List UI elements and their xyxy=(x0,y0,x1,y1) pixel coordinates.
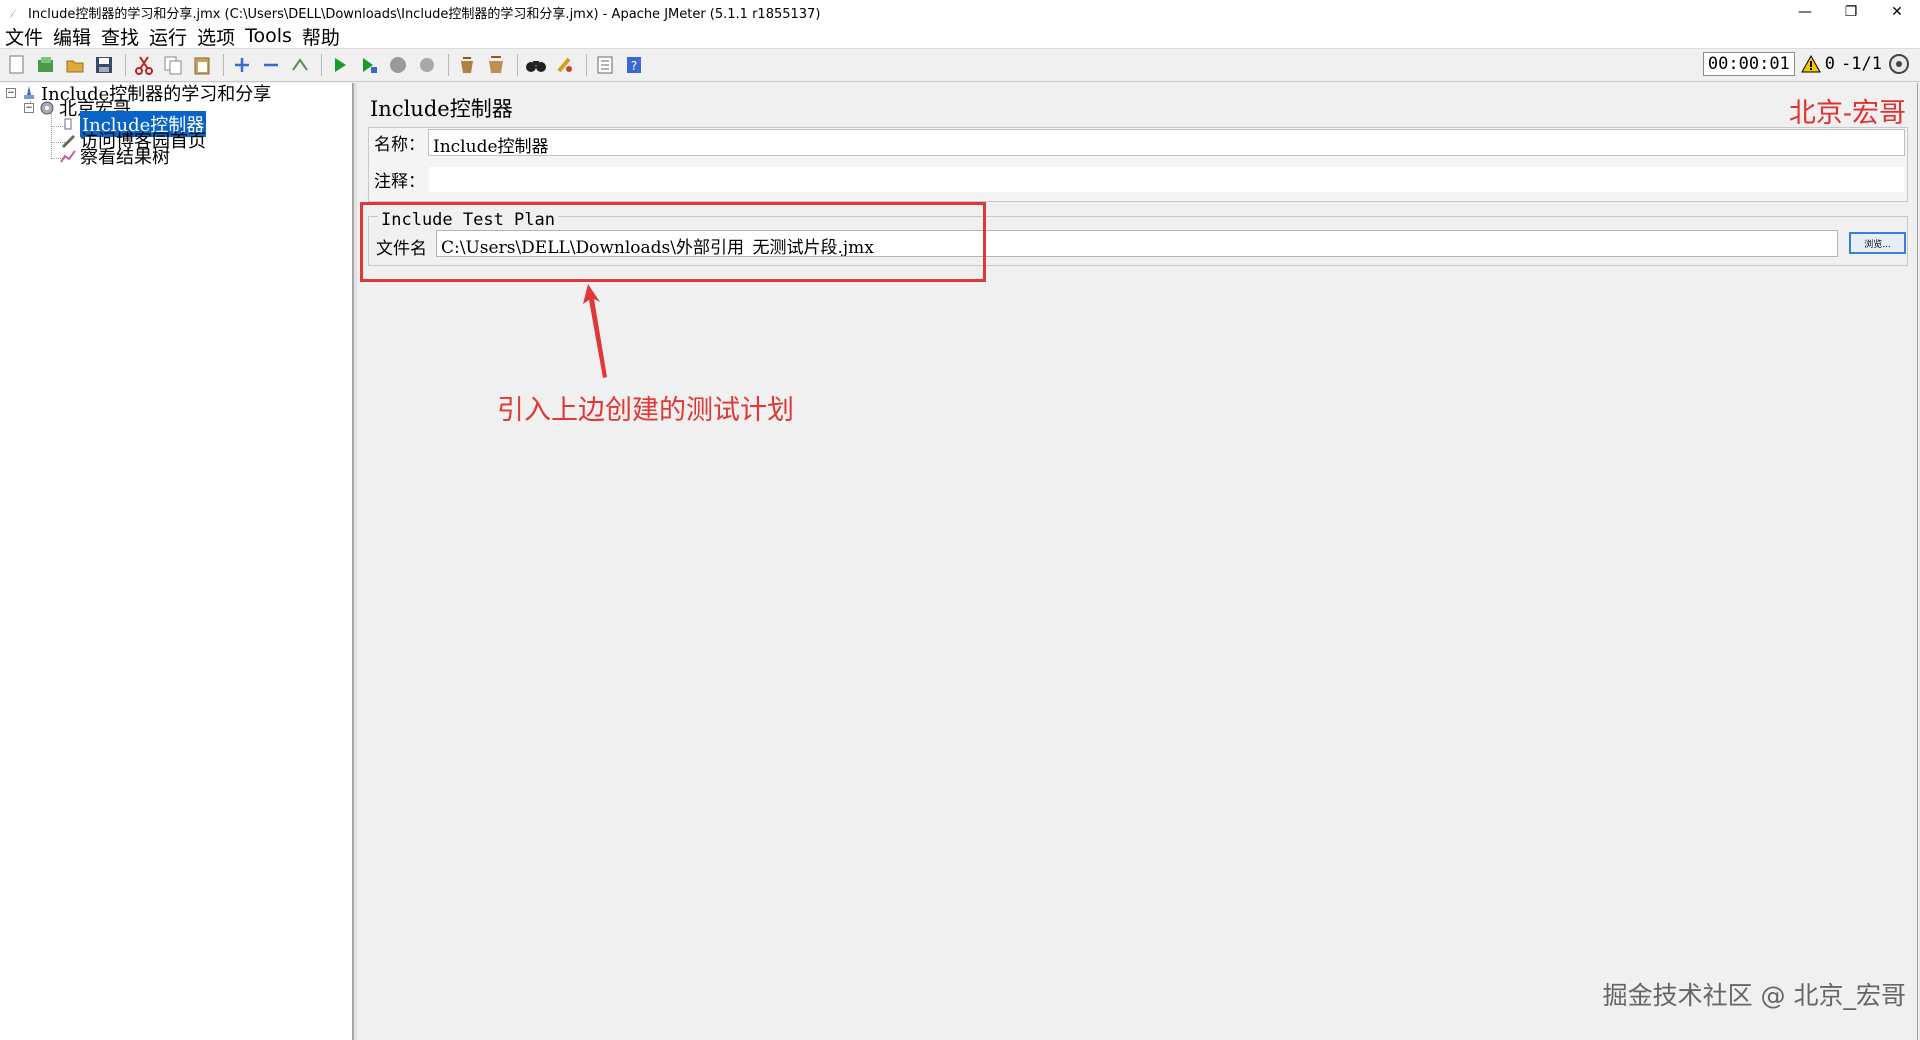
shutdown-icon[interactable] xyxy=(414,52,440,78)
menu-edit[interactable]: 编辑 xyxy=(48,23,96,50)
title-bar: Include控制器的学习和分享.jmx (C:\Users\DELL\Down… xyxy=(0,0,1920,24)
expand-all-icon[interactable] xyxy=(229,52,255,78)
toolbar-separator xyxy=(321,54,322,76)
annotation-text: 引入上边创建的测试计划 xyxy=(497,395,794,426)
remote-status-icon xyxy=(1889,54,1909,74)
menu-bar: 文件 编辑 查找 运行 选项 Tools 帮助 xyxy=(0,23,1920,50)
author-watermark: 北京-宏哥 xyxy=(1788,98,1906,129)
templates-icon[interactable] xyxy=(33,52,59,78)
listener-chart-icon xyxy=(59,148,77,164)
toolbar-separator xyxy=(586,54,587,76)
menu-tools[interactable]: Tools xyxy=(240,25,297,47)
open-folder-icon[interactable] xyxy=(62,52,88,78)
clear-all-icon[interactable] xyxy=(483,52,509,78)
close-button[interactable]: ✕ xyxy=(1874,0,1920,24)
collapse-toggle[interactable]: − xyxy=(6,88,16,98)
tree-node-listener[interactable]: 察看结果树 xyxy=(59,147,170,168)
menu-search[interactable]: 查找 xyxy=(96,23,144,50)
reset-search-icon[interactable] xyxy=(552,52,578,78)
toolbar-status: 00:00:01 0 -1/1 xyxy=(1702,52,1910,76)
thread-group-gear-icon xyxy=(38,100,56,116)
test-plan-tree: − Include控制器的学习和分享 − 北京宏哥 Include控制器 访问博… xyxy=(0,83,353,1040)
cut-icon[interactable] xyxy=(131,52,157,78)
name-row: 名称： Include控制器 xyxy=(370,129,1905,157)
toolbar-separator xyxy=(223,54,224,76)
minimize-button[interactable]: — xyxy=(1782,0,1828,24)
controller-icon xyxy=(59,116,77,132)
window-title: Include控制器的学习和分享.jmx (C:\Users\DELL\Down… xyxy=(28,6,821,22)
error-count[interactable]: 0 xyxy=(1800,54,1836,74)
warning-icon xyxy=(1800,55,1821,73)
svg-text:?: ? xyxy=(631,59,637,73)
panel-title: Include控制器 xyxy=(370,97,513,121)
sampler-pencil-icon xyxy=(59,132,77,148)
menu-options[interactable]: 选项 xyxy=(192,23,240,50)
restore-button[interactable]: ❐ xyxy=(1828,0,1874,24)
tree-label-listener: 察看结果树 xyxy=(80,147,170,168)
comment-row: 注释： xyxy=(370,166,1905,193)
toolbar-separator xyxy=(125,54,126,76)
elapsed-timer: 00:00:01 xyxy=(1702,52,1795,76)
comment-label: 注释： xyxy=(374,172,425,192)
collapse-all-icon[interactable] xyxy=(258,52,284,78)
menu-run[interactable]: 运行 xyxy=(144,23,192,50)
search-binoculars-icon[interactable] xyxy=(523,52,549,78)
start-icon[interactable] xyxy=(327,52,353,78)
comment-field[interactable] xyxy=(428,166,1905,193)
thread-count: -1/1 xyxy=(1841,54,1882,74)
toolbar-separator xyxy=(517,54,518,76)
browse-button[interactable]: 浏览... xyxy=(1849,232,1906,254)
copy-icon[interactable] xyxy=(160,52,186,78)
stop-icon[interactable] xyxy=(385,52,411,78)
name-field[interactable]: Include控制器 xyxy=(428,129,1905,157)
start-no-pause-icon[interactable] xyxy=(356,52,382,78)
jmeter-window: Include控制器的学习和分享.jmx (C:\Users\DELL\Down… xyxy=(0,0,1920,1040)
warning-count-text: 0 xyxy=(1824,54,1836,74)
paste-icon[interactable] xyxy=(189,52,215,78)
juejin-watermark: 掘金技术社区 @ 北京_宏哥 xyxy=(1602,981,1906,1010)
function-helper-icon[interactable] xyxy=(592,52,618,78)
save-icon[interactable] xyxy=(91,52,117,78)
name-label: 名称： xyxy=(374,135,425,155)
toolbar: ? 00:00:01 0 -1/1 xyxy=(0,48,1920,82)
include-controller-panel: Include控制器 北京-宏哥 名称： Include控制器 注释： Incl… xyxy=(357,83,1920,1040)
menu-file[interactable]: 文件 xyxy=(0,23,48,50)
jmeter-feather-icon xyxy=(6,4,22,20)
new-file-icon[interactable] xyxy=(4,52,30,78)
annotation-highlight-box xyxy=(360,202,986,282)
toolbar-separator xyxy=(448,54,449,76)
help-icon[interactable]: ? xyxy=(621,52,647,78)
annotation-arrow-icon xyxy=(583,284,607,378)
window-edge xyxy=(1917,83,1918,1040)
toggle-icon[interactable] xyxy=(287,52,313,78)
collapse-toggle[interactable]: − xyxy=(24,103,34,113)
menu-help[interactable]: 帮助 xyxy=(297,23,345,50)
clear-icon[interactable] xyxy=(454,52,480,78)
